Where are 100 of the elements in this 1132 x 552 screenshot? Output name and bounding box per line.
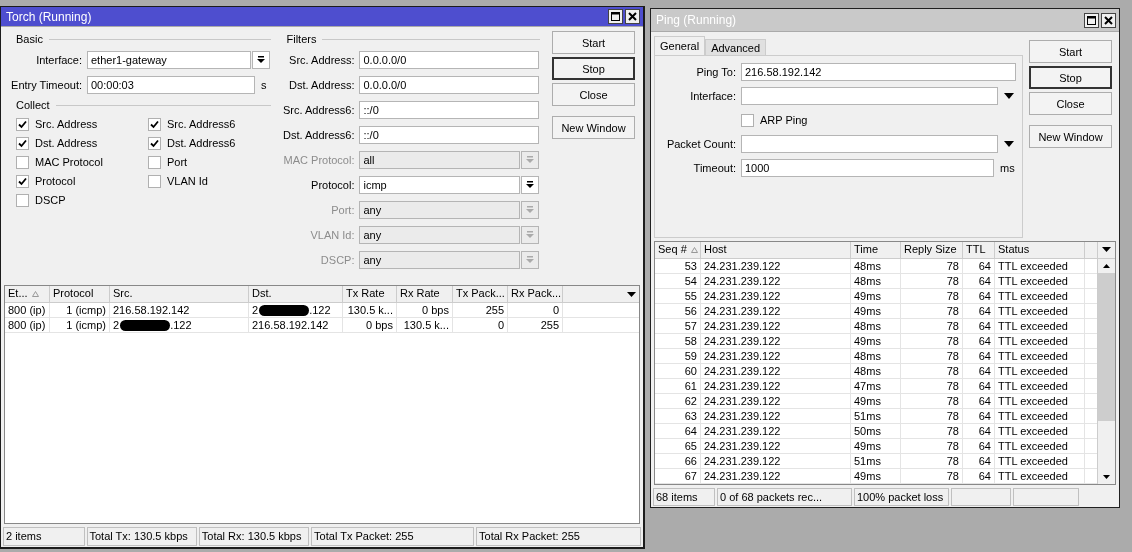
action-button[interactable]: Stop [552,57,635,80]
dropdown-arrow-icon[interactable] [1004,93,1014,100]
table-cell: 54 [655,273,701,288]
column-header[interactable]: Protocol [50,286,110,302]
checkbox[interactable] [16,174,29,188]
table-cell: 49ms [851,393,901,408]
table-cell: 49ms [851,288,901,303]
maximize-button[interactable] [1084,12,1099,28]
column-header[interactable]: Tx Rate [343,286,397,302]
checkbox-label: Port [167,156,188,168]
dropdown-field[interactable] [741,135,998,154]
filter-field[interactable]: ::/0 [359,125,540,144]
action-button[interactable]: Start [552,31,635,54]
table-cell: 64 [963,258,995,273]
checkbox[interactable] [16,193,29,207]
tab[interactable]: General [654,36,706,56]
group-title: Collect [15,99,50,111]
checkbox-label: Src. Address6 [167,118,236,130]
scrollbar-thumb[interactable] [1098,272,1115,421]
action-button[interactable]: Close [552,83,635,106]
text-field[interactable]: 216.58.192.142 [741,63,1016,82]
dropdown-button[interactable] [252,50,270,69]
table-cell: 78 [901,438,963,453]
checkbox[interactable] [148,174,161,188]
table-cell: 24.231.239.122 [701,258,851,273]
dropdown-arrow-icon [257,55,265,64]
table-cell: 47ms [851,378,901,393]
dropdown-arrow-icon [526,180,535,189]
column-header[interactable]: TTL [963,241,995,258]
table-cell: 24.231.239.122 [701,348,851,363]
text-field[interactable]: 1000 [741,159,994,178]
column-header[interactable]: Rx Rate [397,286,453,302]
table-cell: TTL exceeded [995,393,1085,408]
checkbox-label: Dst. Address6 [167,137,236,149]
group-title: Filters [285,33,317,45]
entry-timeout-field[interactable]: 00:00:03 [87,75,255,94]
table-cell: 2 [113,318,120,332]
field-label: Timeout: [692,162,737,175]
field-label: Port: [330,203,356,216]
table-cell: 24.231.239.122 [701,453,851,468]
column-header[interactable]: Src. [110,286,249,302]
table-cell: 66 [655,453,701,468]
table-cell: .122 [309,303,331,317]
column-header[interactable]: Et... [5,286,50,302]
action-button[interactable]: Start [1029,40,1112,64]
filter-field[interactable]: 0.0.0.0/0 [359,50,540,69]
close-button[interactable] [625,9,640,24]
column-header[interactable]: Time [851,241,901,258]
table-cell: 50ms [851,423,901,438]
filter-dropdown[interactable]: icmp [359,175,521,194]
table-cell: 800 (ip) [5,318,50,332]
column-header[interactable]: Rx Pack... [508,286,563,302]
action-button[interactable]: Stop [1029,66,1112,90]
field-label: Ping To: [695,66,737,79]
checkbox[interactable] [741,113,754,127]
filter-field[interactable]: ::/0 [359,100,540,119]
checkbox-label: ARP Ping [760,114,808,127]
table-cell: 49ms [851,468,901,483]
table-cell: TTL exceeded [995,363,1085,378]
checkbox-label: Protocol [35,175,76,187]
dropdown-arrow-icon[interactable] [1004,141,1014,148]
status-text: Total Tx Packet: 255 [311,527,475,546]
column-header[interactable]: Status [995,241,1085,258]
table-cell: 78 [901,303,963,318]
dropdown-button[interactable] [521,175,540,194]
checkbox[interactable] [148,117,161,131]
tab[interactable]: Advanced [705,39,767,56]
table-cell: 64 [963,303,995,318]
interface-field[interactable]: ether1-gateway [87,50,251,69]
filter-field[interactable]: 0.0.0.0/0 [359,75,540,94]
table-cell: 56 [655,303,701,318]
table-cell: 0 bps [397,303,453,317]
column-header[interactable]: Seq # [655,241,701,258]
table-cell: 64 [655,423,701,438]
checkbox[interactable] [148,155,161,169]
maximize-button[interactable] [608,9,623,24]
table-cell: 24.231.239.122 [701,273,851,288]
checkbox[interactable] [16,155,29,169]
field-label: Dst. Address: [288,78,356,91]
table-cell: 24.231.239.122 [701,468,851,483]
field-label: Protocol: [310,178,356,191]
column-header[interactable]: Dst. [249,286,343,302]
column-header[interactable]: Host [701,241,851,258]
action-button[interactable]: Close [1029,92,1112,116]
close-button[interactable] [1101,12,1116,28]
column-header[interactable]: Tx Pack... [453,286,508,302]
table-cell: TTL exceeded [995,333,1085,348]
table-cell: 0 bps [343,318,397,332]
checkbox[interactable] [148,136,161,150]
dropdown-field[interactable] [741,87,998,106]
table-cell: 51ms [851,453,901,468]
checkbox[interactable] [16,136,29,150]
column-header[interactable]: Reply Size [901,241,963,258]
action-button[interactable]: New Window [1029,125,1112,149]
action-button[interactable]: New Window [552,116,635,139]
status-panel [1013,487,1079,506]
checkbox-label: VLAN Id [167,175,208,187]
table-cell: 78 [901,273,963,288]
table-cell: 48ms [851,363,901,378]
checkbox[interactable] [16,117,29,131]
